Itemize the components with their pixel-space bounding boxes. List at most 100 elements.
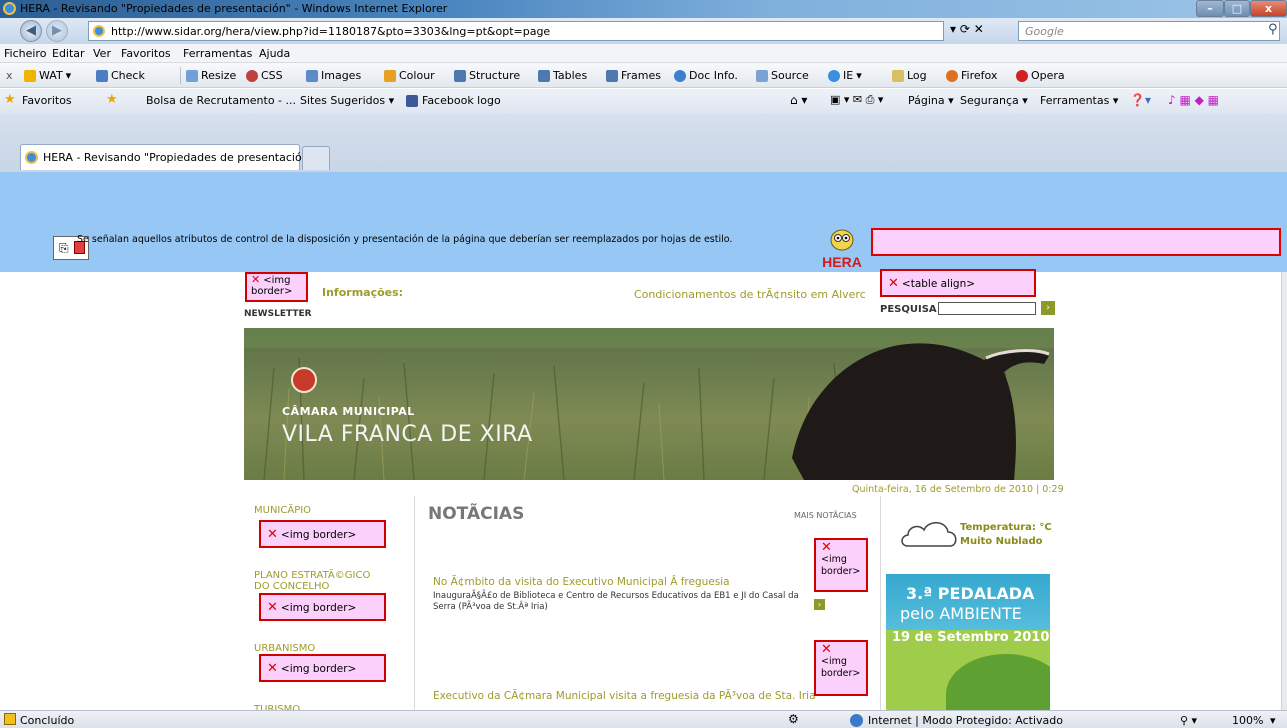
- page-scrollbar[interactable]: [1281, 272, 1287, 710]
- toolbar-images[interactable]: Images: [306, 67, 361, 84]
- nav-urbanismo[interactable]: URBANISMO: [254, 643, 315, 654]
- search-label: PESQUISA: [880, 304, 937, 315]
- frames-icon: [606, 69, 618, 82]
- toolbar-tables[interactable]: Tables: [538, 67, 587, 84]
- tab-title: HERA - Revisando "Propiedades de present…: [43, 151, 314, 164]
- page-icon: [93, 25, 105, 37]
- favorites-button[interactable]: Favoritos: [22, 94, 72, 107]
- svg-text:HERA: HERA: [822, 254, 862, 270]
- toolbar-close-button[interactable]: x: [6, 67, 13, 84]
- nav-plano[interactable]: PLANO ESTRATÃ©GICO DO CONCELHO: [254, 570, 384, 592]
- menu-ficheiro[interactable]: Ficheiro: [4, 47, 46, 60]
- img-border-flag-nav2: ✕ <img border>: [259, 593, 386, 621]
- toolbar-log[interactable]: Log: [892, 67, 927, 84]
- fav-link-bolsa[interactable]: Bolsa de Recrutamento - ...: [146, 94, 296, 107]
- add-favorite-icon[interactable]: ★: [106, 92, 118, 107]
- column-divider: [414, 496, 415, 710]
- toolbar-source[interactable]: Source: [756, 67, 809, 84]
- security-menu[interactable]: Segurança ▾: [960, 94, 1028, 107]
- pedalada-promo[interactable]: 3.ª PEDALADA pelo AMBIENTE 19 de Setembr…: [886, 574, 1050, 710]
- favorites-star-icon: ★: [4, 92, 16, 107]
- menu-ferramentas[interactable]: Ferramentas: [183, 47, 252, 60]
- newsletter-link[interactable]: NEWSLETTER: [244, 309, 312, 319]
- banner-image: [244, 328, 1054, 480]
- protected-mode-icon: ⚙: [788, 712, 799, 726]
- ie-logo-icon: [3, 2, 16, 15]
- search-placeholder: Google: [1025, 25, 1064, 38]
- toolbar-ie[interactable]: IE ▾: [828, 67, 862, 84]
- source-icon: [756, 69, 768, 82]
- maximize-button[interactable]: □: [1224, 0, 1250, 17]
- promo-date: 19 de Setembro 2010: [892, 630, 1050, 645]
- back-button[interactable]: ◀: [20, 20, 42, 42]
- menu-favoritos[interactable]: Favoritos: [121, 47, 171, 60]
- tables-icon: [538, 69, 550, 82]
- toolbar-colour[interactable]: Colour: [384, 67, 435, 84]
- url-field[interactable]: http://www.sidar.org/hera/view.php?id=11…: [88, 21, 944, 41]
- hera-message: Se señalan aquellos atributos de control…: [77, 234, 733, 245]
- page-menu[interactable]: Página ▾: [908, 94, 954, 107]
- close-window-button[interactable]: x: [1250, 0, 1287, 17]
- menu-ver[interactable]: Ver: [93, 47, 111, 60]
- toolbar-resize[interactable]: Resize: [186, 67, 236, 84]
- news-item-2-title[interactable]: Executivo da CÃ¢mara Municipal visita a …: [433, 690, 816, 702]
- tab-hera[interactable]: HERA - Revisando "Propiedades de present…: [20, 144, 314, 170]
- extra-tools-icons[interactable]: ♪ ▦ ◆ ▦: [1168, 93, 1219, 107]
- page-view-icon[interactable]: ⎘: [59, 241, 69, 256]
- flag-bar: [871, 228, 1281, 256]
- zoom-level[interactable]: 100%: [1232, 714, 1263, 727]
- help-icon[interactable]: ❓▾: [1130, 93, 1151, 107]
- promo-line1: 3.ª PEDALADA: [906, 584, 1035, 603]
- img-border-flag-nav1: ✕ <img border>: [259, 520, 386, 548]
- zoom-icon[interactable]: ⚲ ▾: [1180, 714, 1197, 727]
- css-icon: [246, 69, 258, 82]
- news-item-1-title[interactable]: No Ã¢mbito da visita do Executivo Munici…: [433, 576, 730, 588]
- tools-menu[interactable]: Ferramentas ▾: [1040, 94, 1118, 107]
- menu-bar: Ficheiro Editar Ver Favoritos Ferramenta…: [0, 44, 1287, 63]
- toolbar-structure[interactable]: Structure: [454, 67, 520, 84]
- search-input[interactable]: Google: [1018, 21, 1280, 41]
- tab-row: HERA - Revisando "Propiedades de present…: [0, 114, 1287, 172]
- news-item-1-more-button[interactable]: ›: [814, 599, 825, 610]
- site-search-button[interactable]: ›: [1041, 301, 1055, 315]
- zoom-dropdown[interactable]: ▾: [1270, 714, 1276, 727]
- firefox-icon: [946, 69, 958, 82]
- nav-municipio[interactable]: MUNICÃPIO: [254, 505, 311, 516]
- info-label: Informações:: [322, 286, 404, 299]
- toolbar-frames[interactable]: Frames: [606, 67, 661, 84]
- toolbar-wat[interactable]: WAT ▾: [24, 67, 71, 84]
- more-news-link[interactable]: MAIS NOTÃCIAS: [794, 511, 857, 520]
- fav-link-facebook[interactable]: Facebook logo: [422, 94, 501, 107]
- toolbar-firefox[interactable]: Firefox: [946, 67, 997, 84]
- toolbar-opera[interactable]: Opera: [1016, 67, 1065, 84]
- toolbar-css[interactable]: CSS: [246, 67, 283, 84]
- wat-toolbar: x WAT ▾ Check Resize CSS Images Colour St…: [0, 63, 1287, 88]
- favorites-bar: ★ Favoritos ★ Bolsa de Recrutamento - ..…: [0, 89, 1287, 114]
- log-icon: [892, 69, 904, 82]
- fav-link-sites[interactable]: Sites Sugeridos ▾: [300, 94, 394, 107]
- menu-editar[interactable]: Editar: [52, 47, 85, 60]
- site-search-input[interactable]: [938, 302, 1036, 315]
- toolbar-check[interactable]: Check: [96, 67, 145, 84]
- check-icon: [96, 69, 108, 82]
- refresh-stop-icons[interactable]: ▾ ⟳ ✕: [950, 22, 1012, 40]
- table-align-flag: ✕ <table align>: [880, 269, 1036, 297]
- news-ticker[interactable]: Condicionamentos de trÃ¢nsito em Alverca…: [634, 288, 866, 301]
- img-border-flag-news2: ✕ <img border>: [814, 640, 868, 696]
- search-icon[interactable]: ⚲: [1268, 22, 1278, 37]
- forward-button[interactable]: ▶: [46, 20, 68, 42]
- minimize-button[interactable]: –: [1196, 0, 1224, 17]
- home-icon[interactable]: ⌂ ▾: [790, 93, 807, 107]
- toolbar-doc-info[interactable]: Doc Info.: [674, 67, 738, 84]
- opera-icon: [1016, 69, 1028, 82]
- news-item-1-body: InauguraÃ§Ã£o de Biblioteca e Centro de …: [433, 591, 799, 612]
- img-border-flag-nav3: ✕ <img border>: [259, 654, 386, 682]
- new-tab-button[interactable]: [302, 146, 330, 170]
- banner-line2: VILA FRANCA DE XIRA: [282, 422, 533, 447]
- cloud-icon: [900, 518, 960, 550]
- menu-ajuda[interactable]: Ajuda: [259, 47, 290, 60]
- info-icon: [674, 69, 686, 82]
- structure-icon: [454, 69, 466, 82]
- wat-icon: [24, 69, 36, 82]
- feeds-icon[interactable]: ▣ ▾ ✉ ⎙ ▾: [830, 93, 883, 107]
